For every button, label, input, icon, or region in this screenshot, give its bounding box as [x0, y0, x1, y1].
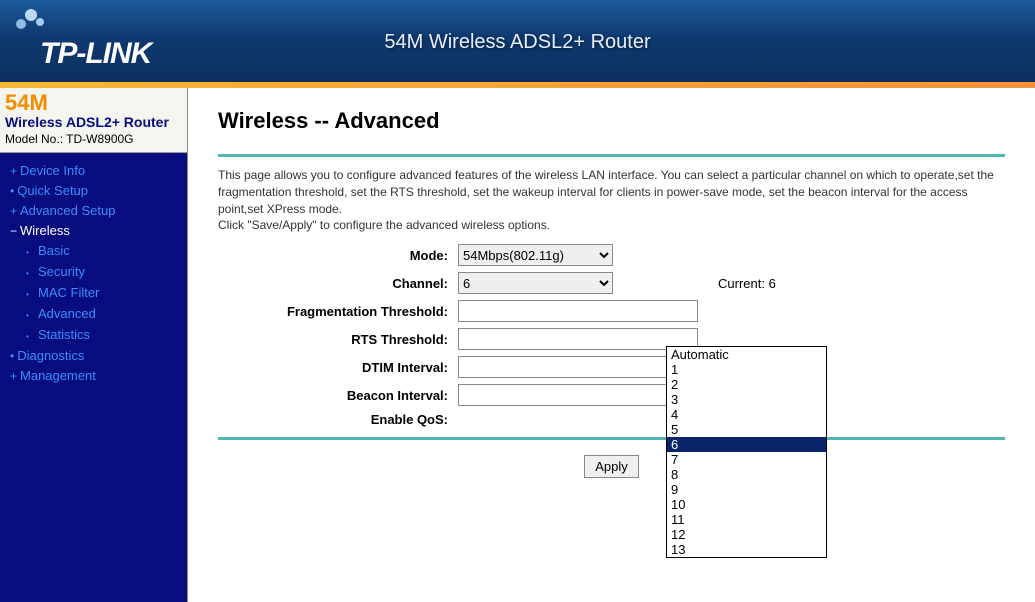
beacon-label: Beacon Interval: — [218, 388, 458, 403]
nav-wireless-advanced[interactable]: •Advanced — [26, 304, 187, 325]
rts-label: RTS Threshold: — [218, 332, 458, 347]
channel-option-selected[interactable]: 6 — [667, 437, 826, 452]
frag-label: Fragmentation Threshold: — [218, 304, 458, 319]
nav-device-info[interactable]: +Device Info — [10, 161, 187, 181]
channel-current: Current: 6 — [618, 276, 776, 291]
channel-option[interactable]: 7 — [667, 452, 826, 467]
page-description: This page allows you to configure advanc… — [218, 167, 1005, 234]
nav-wireless-statistics[interactable]: •Statistics — [26, 325, 187, 346]
nav-wireless-basic[interactable]: •Basic — [26, 241, 187, 262]
channel-option[interactable]: 9 — [667, 482, 826, 497]
brand-logo: TP-LINK — [0, 12, 151, 71]
qos-label: Enable QoS: — [218, 412, 458, 427]
dtim-input[interactable] — [458, 356, 698, 378]
product-line: Wireless ADSL2+ Router — [5, 114, 182, 130]
channel-select[interactable]: 6 — [458, 272, 613, 294]
beacon-input[interactable] — [458, 384, 698, 406]
channel-option[interactable]: 10 — [667, 497, 826, 512]
nav-advanced-setup[interactable]: +Advanced Setup — [10, 201, 187, 221]
channel-option[interactable]: 1 — [667, 362, 826, 377]
nav-wireless-security[interactable]: •Security — [26, 262, 187, 283]
rts-input[interactable] — [458, 328, 698, 350]
divider — [218, 154, 1005, 157]
model-line: Model No.: TD-W8900G — [5, 132, 182, 146]
channel-dropdown-list[interactable]: Automatic 1 2 3 4 5 6 7 8 9 10 11 12 13 — [666, 346, 827, 558]
nav-diagnostics[interactable]: •Diagnostics — [10, 346, 187, 366]
logo-icon — [15, 5, 45, 35]
channel-option[interactable]: 8 — [667, 467, 826, 482]
channel-option[interactable]: 4 — [667, 407, 826, 422]
channel-option[interactable]: Automatic — [667, 347, 826, 362]
channel-option[interactable]: 3 — [667, 392, 826, 407]
frag-input[interactable] — [458, 300, 698, 322]
divider-bottom — [218, 437, 1005, 440]
content-pane: Wireless -- Advanced This page allows yo… — [188, 88, 1035, 602]
channel-option[interactable]: 12 — [667, 527, 826, 542]
channel-label: Channel: — [218, 276, 458, 291]
nav-wireless[interactable]: −Wireless •Basic •Security •MAC Filter •… — [10, 221, 187, 346]
nav-wireless-macfilter[interactable]: •MAC Filter — [26, 283, 187, 304]
app-header: TP-LINK 54M Wireless ADSL2+ Router — [0, 0, 1035, 82]
channel-option[interactable]: 13 — [667, 542, 826, 557]
mode-label: Mode: — [218, 248, 458, 263]
channel-option[interactable]: 5 — [667, 422, 826, 437]
channel-option[interactable]: 2 — [667, 377, 826, 392]
nav-list: +Device Info •Quick Setup +Advanced Setu… — [0, 153, 187, 386]
apply-button[interactable]: Apply — [584, 455, 639, 478]
sidebar: 54M Wireless ADSL2+ Router Model No.: TD… — [0, 88, 188, 602]
channel-option[interactable]: 11 — [667, 512, 826, 527]
page-title: Wireless -- Advanced — [218, 108, 1005, 134]
product-code: 54M — [5, 92, 182, 114]
mode-select[interactable]: 54Mbps(802.11g) — [458, 244, 613, 266]
product-box: 54M Wireless ADSL2+ Router Model No.: TD… — [0, 88, 187, 153]
header-title: 54M Wireless ADSL2+ Router — [384, 31, 650, 54]
nav-quick-setup[interactable]: •Quick Setup — [10, 181, 187, 201]
dtim-label: DTIM Interval: — [218, 360, 458, 375]
advanced-form: Mode: 54Mbps(802.11g) Channel: 6 Current… — [218, 244, 1005, 427]
nav-management[interactable]: +Management — [10, 366, 187, 386]
